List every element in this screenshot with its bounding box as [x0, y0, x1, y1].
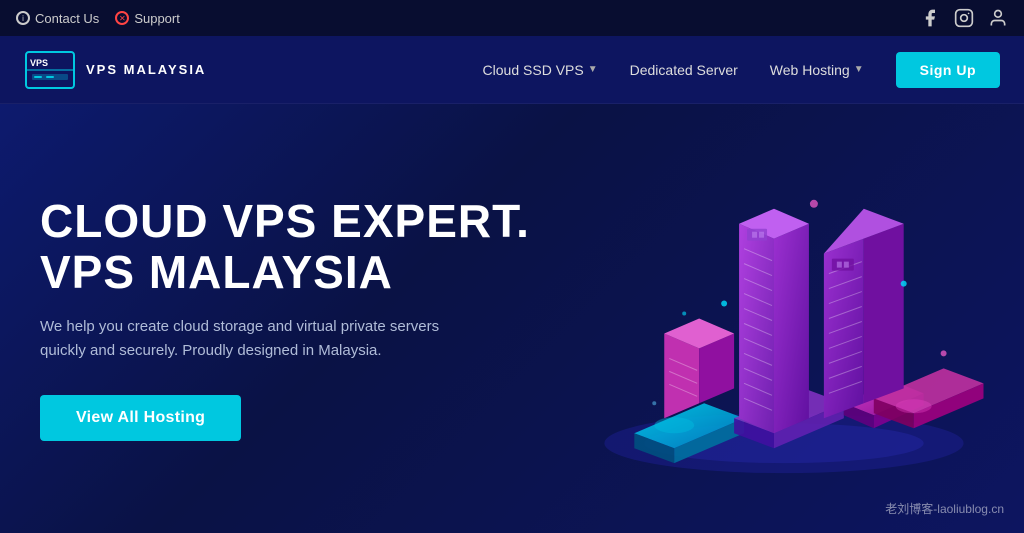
logo-brand: VPS MALAYSIA [86, 62, 206, 78]
hero-server-illustration [524, 104, 1024, 533]
svg-text:VPS: VPS [30, 58, 48, 68]
support-icon: ✕ [115, 11, 129, 25]
contact-us-link[interactable]: i Contact Us [16, 11, 99, 26]
signup-button[interactable]: Sign Up [896, 52, 1000, 88]
nav-hosting-label: Web Hosting [770, 62, 850, 78]
hero-title: CLOUD VPS EXPERT. VPS MALAYSIA [40, 196, 530, 297]
nav-cloud-ssd-vps[interactable]: Cloud SSD VPS ▼ [483, 62, 598, 78]
view-all-hosting-button[interactable]: View All Hosting [40, 395, 241, 441]
nav-links: Cloud SSD VPS ▼ Dedicated Server Web Hos… [483, 52, 1000, 88]
hero-title-line1: CLOUD VPS EXPERT. [40, 195, 530, 247]
nav-web-hosting[interactable]: Web Hosting ▼ [770, 62, 864, 78]
hero-title-line2: VPS MALAYSIA [40, 246, 393, 298]
logo-area[interactable]: VPS VPS MALAYSIA [24, 50, 206, 90]
watermark-text: 老刘博客-laoliublog.cn [885, 502, 1004, 516]
account-icon[interactable] [988, 8, 1008, 28]
support-link[interactable]: ✕ Support [115, 11, 180, 26]
nav-dedicated-label: Dedicated Server [630, 62, 738, 78]
topbar-left: i Contact Us ✕ Support [16, 11, 180, 26]
nav-cloud-label: Cloud SSD VPS [483, 62, 584, 78]
server-svg [524, 104, 1024, 533]
logo-icon: VPS [24, 50, 76, 90]
cloud-dropdown-arrow: ▼ [588, 64, 598, 75]
instagram-icon[interactable] [954, 8, 974, 28]
hero-description: We help you create cloud storage and vir… [40, 315, 440, 363]
navbar: VPS VPS MALAYSIA Cloud SSD VPS ▼ Dedicat… [0, 36, 1024, 104]
facebook-icon[interactable] [920, 8, 940, 28]
watermark: 老刘博客-laoliublog.cn [885, 500, 1004, 517]
contact-label: Contact Us [35, 11, 99, 26]
contact-icon: i [16, 11, 30, 25]
topbar: i Contact Us ✕ Support [0, 0, 1024, 36]
hosting-dropdown-arrow: ▼ [854, 64, 864, 75]
topbar-right [920, 8, 1008, 28]
hero-section: CLOUD VPS EXPERT. VPS MALAYSIA We help y… [0, 104, 1024, 533]
nav-dedicated-server[interactable]: Dedicated Server [630, 62, 738, 78]
support-label: Support [134, 11, 180, 26]
hero-content: CLOUD VPS EXPERT. VPS MALAYSIA We help y… [40, 196, 530, 441]
logo-text-area: VPS MALAYSIA [86, 62, 206, 78]
